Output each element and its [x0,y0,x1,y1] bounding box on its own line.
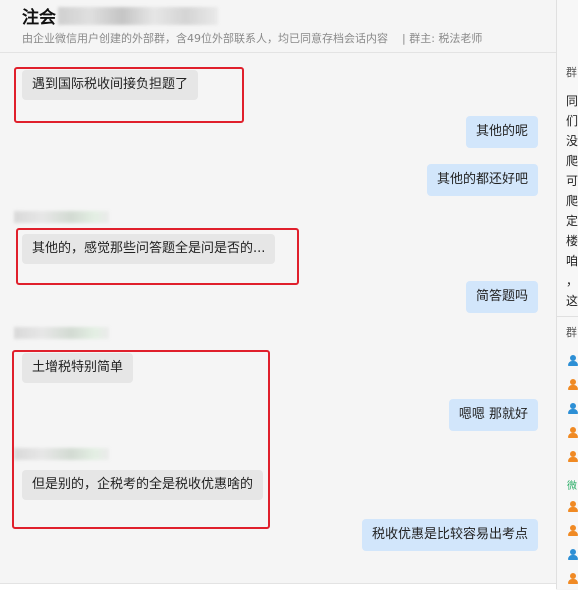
highlight-box [12,350,270,529]
side-panel: 群 同 们 没 爬 可 爬 定 楼 咱 ， 这 群 微 [556,0,578,589]
avatar-body [568,531,578,536]
message-bubble-outgoing[interactable]: 其他的呢 [465,116,538,148]
message-list[interactable]: 遇到国际税收间接负担题了 其他的呢 其他的都还好吧 其他的，感觉那些问答题全是问… [0,53,556,583]
notice-text: 没 [566,134,578,148]
message-bubble-outgoing[interactable]: 税收优惠是比较容易出考点 [361,519,538,551]
redacted-title [58,6,218,25]
group-subtitle: 由企业微信用户创建的外部群，含49位外部联系人，均已同意存档会话内容 | 群主: … [22,30,482,46]
wechat-tag: 微 [567,481,577,492]
avatar-body [568,507,578,512]
group-title-text: 注会 [22,8,56,28]
sender-name-redacted [14,211,109,223]
notice-text: 爬 [566,194,578,208]
sender-name-redacted [14,327,109,339]
notice-text: 楼 [566,234,578,248]
message-bubble-outgoing[interactable]: 其他的都还好吧 [426,164,538,196]
group-members-label: 群 [566,326,577,339]
notice-text: 同 [566,94,578,108]
group-notice-label: 群 [566,66,577,79]
avatar-body [568,433,578,438]
notice-text: ， [566,274,578,288]
member-avatar-icon[interactable] [567,525,578,537]
group-description: 由企业微信用户创建的外部群，含49位外部联系人，均已同意存档会话内容 [22,32,388,45]
message-bubble-outgoing[interactable]: 嗯嗯 那就好 [448,399,538,431]
notice-text: 们 [566,114,578,128]
group-owner: | 群主: 税法老师 [402,32,483,45]
member-avatar-icon[interactable] [567,403,578,415]
chat-header: 注会 由企业微信用户创建的外部群，含49位外部联系人，均已同意存档会话内容 | 群… [0,0,556,53]
member-avatar-icon[interactable] [567,427,578,439]
avatar-body [568,555,578,560]
notice-text: 爬 [566,154,578,168]
notice-text: 咱 [566,254,578,268]
member-avatar-icon[interactable] [567,573,578,585]
avatar-body [568,457,578,462]
group-title[interactable]: 注会 [22,3,218,28]
avatar-body [568,579,578,584]
avatar-body [568,409,578,414]
highlight-box [14,67,244,123]
member-avatar-icon[interactable] [567,501,578,513]
member-avatar-icon[interactable] [567,355,578,367]
member-avatar-icon[interactable] [567,451,578,463]
avatar-body [568,385,578,390]
message-bubble-outgoing[interactable]: 简答题吗 [465,281,538,313]
side-divider [557,316,578,317]
highlight-box [16,228,299,285]
notice-text: 可 [566,174,578,188]
member-avatar-icon[interactable] [567,549,578,561]
avatar-body [568,361,578,366]
notice-text: 这 [566,294,578,308]
member-avatar-icon[interactable] [567,379,578,391]
notice-text: 定 [566,214,578,228]
